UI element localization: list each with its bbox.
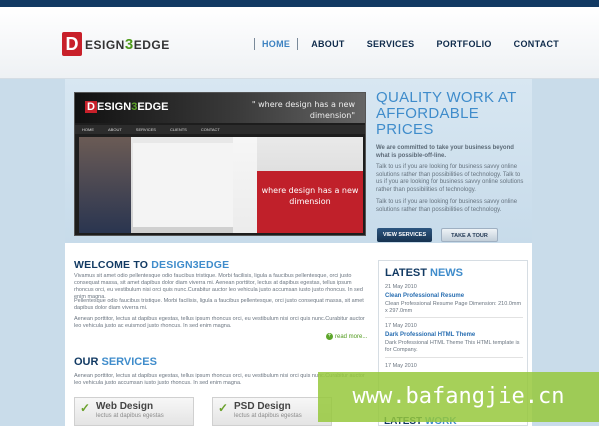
news-item: 21 May 2010 Clean Professional Resume Cl… xyxy=(385,284,523,315)
news-heading-dark: LATEST xyxy=(385,267,431,279)
plus-circle-icon: + xyxy=(326,333,333,340)
hero-nav-item: HOME xyxy=(82,127,94,132)
welcome-heading-dark: WELCOME TO xyxy=(74,259,152,271)
welcome-paragraph: Vivamus sit amet odio pellentesque odio … xyxy=(74,273,363,300)
news-item: 17 May 2010 xyxy=(385,363,523,369)
nav-divider xyxy=(254,38,255,50)
checkmark-icon: ✓ xyxy=(80,401,91,415)
quality-paragraph: Talk to us if you are looking for busine… xyxy=(376,164,524,193)
hero-top-banner: D ESIGN3EDGE " where design has a new dim… xyxy=(75,93,365,123)
service-card-web-design[interactable]: ✓ Web Design lectus at dapibus egestas xyxy=(74,397,194,426)
welcome-paragraph: Aenean porttitor, lectus at dapibus eges… xyxy=(74,316,365,329)
hero-nav: HOME ABOUT SERVICES CLIENTS CONTACT xyxy=(75,125,365,134)
news-title-link[interactable]: Clean Professional Resume xyxy=(385,293,523,299)
take-a-tour-button[interactable]: TAKE A TOUR xyxy=(441,228,498,242)
services-heading-dark: OUR xyxy=(74,356,102,368)
hero-contact-card xyxy=(133,143,233,227)
news-item: 17 May 2010 Dark Professional HTML Theme… xyxy=(385,323,523,354)
quality-paragraph: Talk to us if you are looking for busine… xyxy=(376,199,518,213)
news-date: 21 May 2010 xyxy=(385,284,417,290)
logo-text-prefix: ESIGN xyxy=(85,37,125,52)
service-subtitle: lectus at dapibus egestas xyxy=(96,413,164,419)
hero-logo-mid: ESIGN xyxy=(96,101,132,113)
site-logo[interactable]: D ESIGN3EDGE xyxy=(62,31,170,57)
hero-nav-item: CLIENTS xyxy=(169,127,187,132)
news-divider xyxy=(385,357,523,358)
read-more-label: read more... xyxy=(335,333,368,340)
hero-nav-item: ABOUT xyxy=(108,127,122,132)
nav-divider xyxy=(297,38,299,50)
welcome-heading: WELCOME TO DESIGN3EDGE xyxy=(74,259,229,271)
service-subtitle: lectus at dapibus egestas xyxy=(234,413,302,419)
top-bar xyxy=(0,0,599,7)
news-heading-highlight: NEWS xyxy=(430,267,464,279)
hero-body: where design has a new dimension xyxy=(79,137,363,233)
news-summary: Clean Professional Resume Page Dimension… xyxy=(385,301,522,314)
news-date: 17 May 2010 xyxy=(385,363,417,369)
nav-contact[interactable]: CONTACT xyxy=(514,39,559,49)
logo-text: ESIGN3EDGE xyxy=(85,36,170,53)
watermark-text: www.bafangjie.cn xyxy=(352,384,565,409)
hero-screenshot: D ESIGN3EDGE " where design has a new dim… xyxy=(74,92,366,236)
site-header: D ESIGN3EDGE HOME ABOUT SERVICES PORTFOL… xyxy=(0,7,599,79)
service-title: Web Design xyxy=(96,401,154,412)
logo-mark: D xyxy=(62,32,82,56)
hero-red-text: where design has a new dimension xyxy=(261,186,359,206)
read-more-link[interactable]: + read more... xyxy=(326,333,367,340)
news-title-link[interactable]: Dark Professional HTML Theme xyxy=(385,332,523,338)
nav-portfolio[interactable]: PORTFOLIO xyxy=(436,39,491,49)
service-title: PSD Design xyxy=(234,401,291,412)
nav-services[interactable]: SERVICES xyxy=(367,39,415,49)
services-heading-highlight: SERVICES xyxy=(101,356,157,368)
watermark-overlay: www.bafangjie.cn xyxy=(318,372,599,422)
welcome-paragraph: Pellentesque odio faucibus tristique. Mo… xyxy=(74,298,364,311)
service-card-psd-design[interactable]: ✓ PSD Design lectus at dapibus egestas xyxy=(212,397,332,426)
checkmark-icon: ✓ xyxy=(218,401,229,415)
hero-logo-mark: D xyxy=(85,101,97,113)
hero-nav-item: SERVICES xyxy=(135,127,156,132)
hero-red-panel: where design has a new dimension xyxy=(257,171,363,233)
quality-title: QUALITY WORK AT AFFORDABLE PRICES xyxy=(376,89,517,138)
hero-photo xyxy=(79,137,131,233)
nav-home[interactable]: HOME xyxy=(262,39,290,49)
quality-lead: We are committed to take your business b… xyxy=(376,145,514,159)
hero-logo-suffix: EDGE xyxy=(137,101,169,113)
hero-light-strip xyxy=(233,137,257,233)
news-summary: Dark Professional HTML Theme This HTML t… xyxy=(385,340,520,353)
logo-text-suffix: EDGE xyxy=(133,37,170,52)
main-nav: HOME ABOUT SERVICES PORTFOLIO CONTACT xyxy=(254,38,559,50)
logo-text-accent: 3 xyxy=(124,35,134,53)
news-heading: LATEST NEWS xyxy=(385,267,463,279)
hero-nav-item: CONTACT xyxy=(200,127,220,132)
news-divider xyxy=(385,317,523,318)
hero-logo: D ESIGN3EDGE xyxy=(85,101,169,113)
welcome-heading-highlight: DESIGN3EDGE xyxy=(151,259,230,271)
nav-about[interactable]: ABOUT xyxy=(311,39,345,49)
view-services-button[interactable]: VIEW SERVICES xyxy=(377,228,432,242)
hero-quote: " where design has a new dimension" xyxy=(251,100,355,120)
news-date: 17 May 2010 xyxy=(385,323,417,329)
services-heading: OUR SERVICES xyxy=(74,356,157,368)
